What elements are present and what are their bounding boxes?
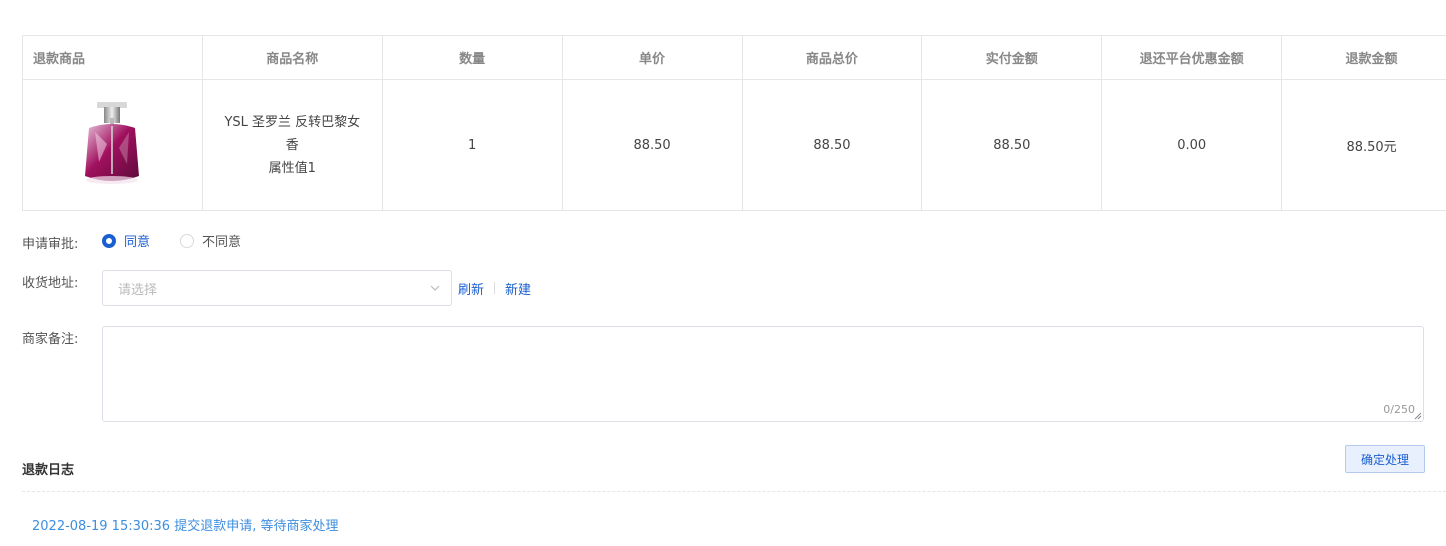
column-header-refund-item: 退款商品 — [22, 35, 203, 80]
remark-label: 商家备注: — [22, 332, 79, 347]
refresh-address-link[interactable]: 刷新 — [458, 279, 484, 298]
resize-handle-icon[interactable] — [1414, 412, 1422, 420]
approval-agree-label: 同意 — [124, 235, 151, 250]
address-select[interactable]: 请选择 — [102, 270, 452, 306]
remark-char-counter: 0/250 — [1383, 403, 1415, 416]
approval-agree-radio[interactable]: 同意 — [102, 231, 150, 250]
column-header-paid-amount: 实付金额 — [921, 35, 1103, 80]
total-price-cell: 88.50 — [741, 79, 923, 211]
quantity-cell: 1 — [381, 79, 563, 211]
refund-items-table: 退款商品 商品名称 数量 单价 商品总价 实付金额 退还平台优惠金额 退款金额 — [22, 35, 1446, 211]
approval-disagree-label: 不同意 — [202, 235, 242, 250]
refund-log-title: 退款日志 — [22, 463, 75, 478]
product-image-cell — [22, 79, 203, 211]
confirm-process-button[interactable]: 确定处理 — [1345, 445, 1425, 473]
product-attribute: 属性值1 — [268, 160, 316, 176]
product-name-cell: YSL 圣罗兰 反转巴黎女 香 属性值1 — [201, 79, 383, 211]
link-divider — [494, 282, 495, 294]
radio-unchecked-icon — [180, 233, 195, 248]
paid-amount-cell: 88.50 — [921, 79, 1103, 211]
unit-price-cell: 88.50 — [561, 79, 743, 211]
product-name-line1: YSL 圣罗兰 反转巴黎女 — [224, 114, 361, 130]
table-header-row: 退款商品 商品名称 数量 单价 商品总价 实付金额 退还平台优惠金额 退款金额 — [22, 35, 1446, 80]
log-divider — [22, 491, 1446, 492]
radio-checked-icon — [102, 233, 116, 248]
refund-amount-cell: 88.50元 — [1281, 79, 1446, 211]
approval-label: 申请审批: — [22, 237, 79, 252]
platform-discount-cell: 0.00 — [1101, 79, 1283, 211]
approval-radio-group: 同意 不同意 — [102, 231, 271, 250]
perfume-bottle-image — [85, 102, 140, 184]
merchant-remark-textarea[interactable]: 0/250 — [102, 326, 1424, 422]
product-name-line2: 香 — [285, 137, 299, 153]
log-entry: 2022-08-19 15:30:36 提交退款申请, 等待商家处理 — [32, 519, 339, 534]
table-row: YSL 圣罗兰 反转巴黎女 香 属性值1 1 88.50 88.50 88.50… — [22, 79, 1446, 211]
address-label: 收货地址: — [22, 276, 79, 291]
new-address-link[interactable]: 新建 — [505, 279, 531, 298]
column-header-refund-amount: 退款金额 — [1281, 35, 1446, 80]
column-header-product-name: 商品名称 — [201, 35, 383, 80]
address-select-placeholder: 请选择 — [118, 282, 158, 298]
column-header-total-price: 商品总价 — [741, 35, 923, 80]
approval-disagree-radio[interactable]: 不同意 — [180, 231, 241, 250]
column-header-unit-price: 单价 — [561, 35, 743, 80]
column-header-platform-discount: 退还平台优惠金额 — [1101, 35, 1283, 80]
column-header-quantity: 数量 — [381, 35, 563, 80]
chevron-down-icon — [430, 285, 440, 291]
